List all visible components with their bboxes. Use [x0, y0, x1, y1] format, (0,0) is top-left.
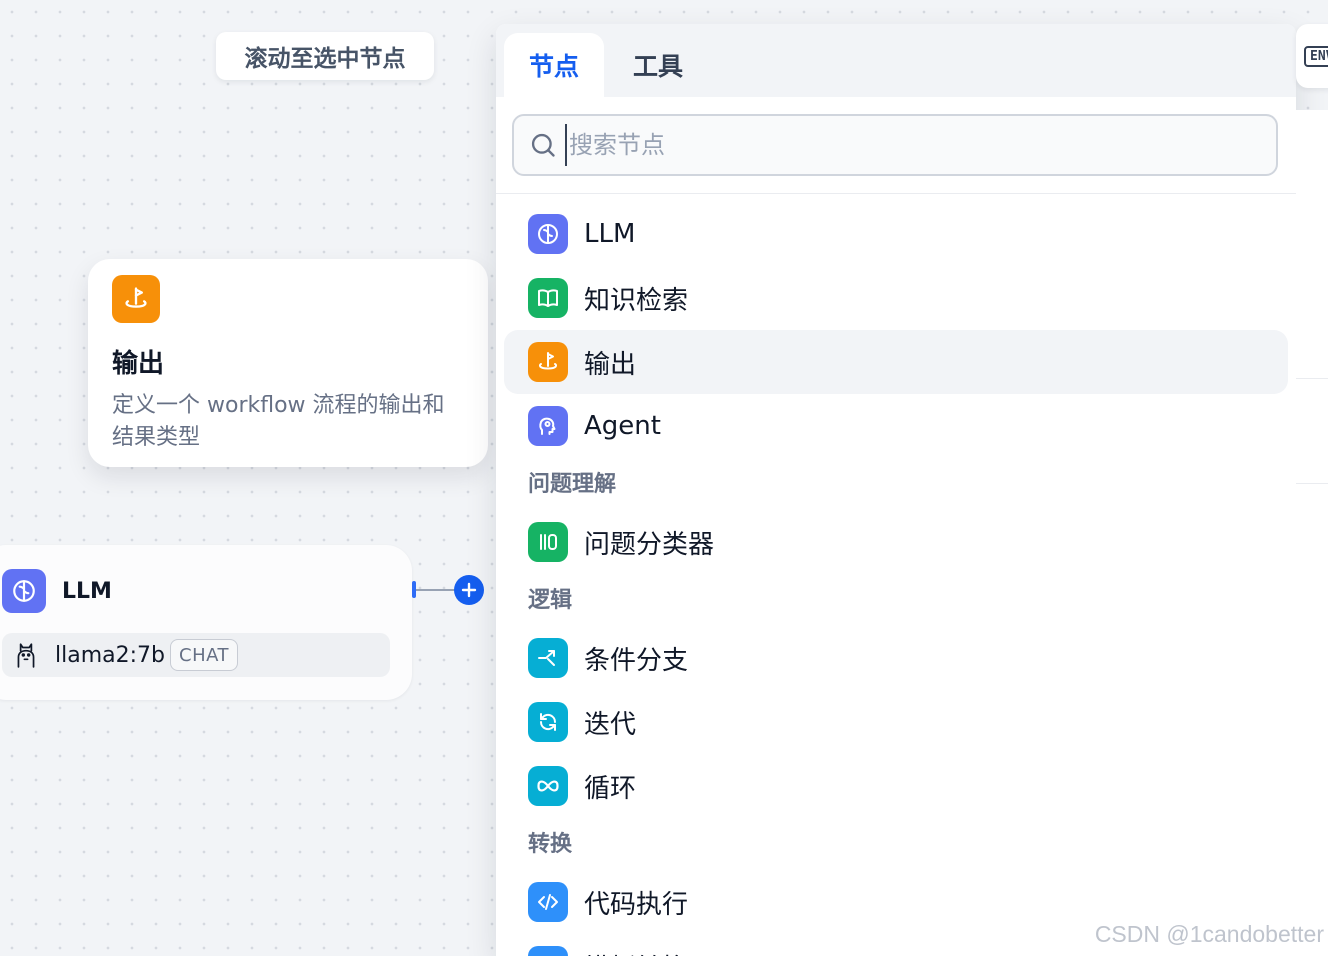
right-side-panel: [1296, 110, 1328, 956]
panel-tabs: 节点 工具: [496, 24, 1296, 97]
scroll-to-selected-button[interactable]: 滚动至选中节点: [216, 32, 434, 80]
search-input[interactable]: [565, 124, 1251, 166]
model-name: llama2:7b: [55, 642, 165, 668]
brain-icon: [528, 214, 568, 254]
model-selector[interactable]: llama2:7b CHAT: [2, 633, 390, 677]
node-item-label: 条件分支: [584, 645, 689, 676]
add-node-button[interactable]: [454, 575, 484, 605]
node-item-label: 知识检索: [584, 285, 689, 316]
node-item-label: 问题分类器: [584, 529, 715, 560]
llm-node-title: LLM: [62, 578, 112, 604]
env-button[interactable]: ENV: [1296, 24, 1328, 88]
template-icon: [528, 946, 568, 956]
node-item-label: 代码执行: [584, 889, 689, 920]
node-tooltip-card: 输出 定义一个 workflow 流程的输出和结果类型: [88, 259, 488, 467]
node-item-output[interactable]: 输出: [504, 330, 1288, 394]
node-item-iteration[interactable]: 迭代: [504, 690, 1288, 754]
model-mode-badge: CHAT: [170, 639, 239, 671]
node-item-question-classifier[interactable]: 问题分类器: [504, 510, 1288, 574]
node-item-knowledge-retrieval[interactable]: 知识检索: [504, 266, 1288, 330]
output-icon: [528, 342, 568, 382]
node-item-llm[interactable]: LLM: [504, 202, 1288, 266]
search-icon: [529, 130, 559, 160]
watermark: CSDN @1candobetter: [1094, 921, 1324, 947]
divider: [1296, 483, 1328, 484]
group-label-transform: 转换: [528, 832, 573, 857]
group-label-question-understanding: 问题理解: [528, 472, 617, 497]
node-item-label: 输出: [584, 349, 637, 380]
node-item-if-else[interactable]: 条件分支: [504, 626, 1288, 690]
edge-connector: [412, 589, 456, 591]
tab-nodes[interactable]: 节点: [504, 33, 604, 97]
env-label: ENV: [1304, 45, 1328, 67]
classifier-icon: [528, 522, 568, 562]
loop-icon: [528, 766, 568, 806]
iteration-icon: [528, 702, 568, 742]
llm-node[interactable]: LLM llama2:7b CHAT: [0, 545, 412, 700]
group-label-logic: 逻辑: [528, 588, 573, 613]
tab-tools[interactable]: 工具: [618, 33, 698, 97]
node-item-label: 循环: [584, 773, 637, 804]
node-picker-panel: 节点 工具 LLM 知识检索 输: [496, 24, 1296, 956]
output-icon: [112, 275, 160, 323]
node-item-loop[interactable]: 循环: [504, 754, 1288, 818]
node-item-label: 模板转换: [584, 948, 688, 956]
branch-icon: [528, 638, 568, 678]
book-icon: [528, 278, 568, 318]
tooltip-description: 定义一个 workflow 流程的输出和结果类型: [112, 393, 445, 450]
node-item-label: LLM: [584, 219, 636, 249]
node-item-label: 迭代: [584, 709, 637, 740]
agent-icon: [528, 406, 568, 446]
divider: [1296, 378, 1328, 379]
llama-icon: [12, 641, 40, 669]
search-box: [512, 114, 1278, 176]
brain-icon: [2, 569, 46, 613]
code-icon: [528, 882, 568, 922]
plus-icon: [461, 582, 477, 598]
node-item-agent[interactable]: Agent: [504, 394, 1288, 458]
tooltip-title: 输出: [112, 349, 165, 379]
node-output-handle[interactable]: [412, 581, 416, 598]
node-item-label: Agent: [584, 411, 661, 441]
